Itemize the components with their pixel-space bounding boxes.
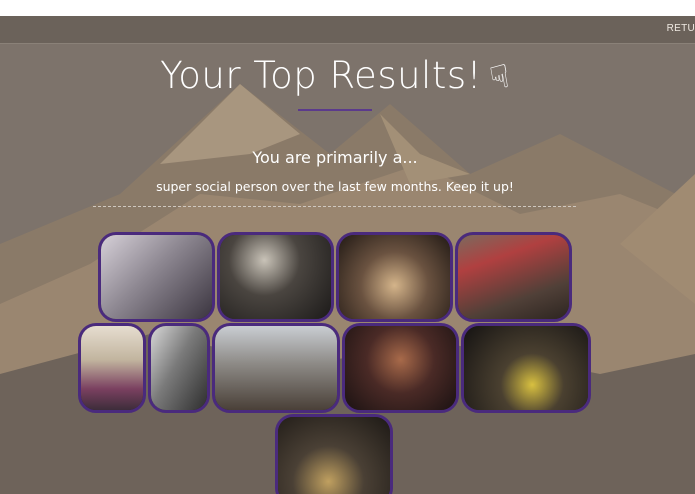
page-title: Your Top Results! ☟ — [0, 54, 670, 97]
photo-tile[interactable] — [78, 323, 146, 413]
photo-tile[interactable] — [212, 323, 340, 413]
photo-image — [101, 235, 212, 319]
photo-image — [458, 235, 569, 319]
browser-top-strip — [0, 0, 695, 16]
photo-image — [345, 326, 456, 410]
photo-image — [220, 235, 331, 319]
page-title-text: Your Top Results! — [160, 54, 482, 97]
dotted-divider — [93, 206, 576, 207]
photo-image — [215, 326, 337, 410]
title-underline — [298, 109, 372, 111]
photo-tile[interactable] — [148, 323, 210, 413]
photo-image — [278, 417, 390, 494]
photo-tile[interactable] — [217, 232, 334, 322]
photo-image — [464, 326, 588, 410]
photo-tile[interactable] — [342, 323, 459, 413]
photo-image — [81, 326, 143, 410]
photo-tile[interactable] — [455, 232, 572, 322]
photo-image — [339, 235, 450, 319]
result-intro: You are primarily a... — [252, 148, 418, 167]
results-stage: Your Top Results! ☟ You are primarily a..… — [0, 44, 695, 494]
result-description: super social person over the last few mo… — [156, 179, 514, 194]
photo-tile[interactable] — [275, 414, 393, 494]
photo-tile[interactable] — [98, 232, 215, 322]
pointing-hand-icon: ☟ — [486, 56, 514, 98]
return-link[interactable]: RETU — [667, 23, 695, 34]
top-navbar: RETU — [0, 16, 695, 44]
photo-tile[interactable] — [461, 323, 591, 413]
photo-image — [151, 326, 207, 410]
photo-tile[interactable] — [336, 232, 453, 322]
